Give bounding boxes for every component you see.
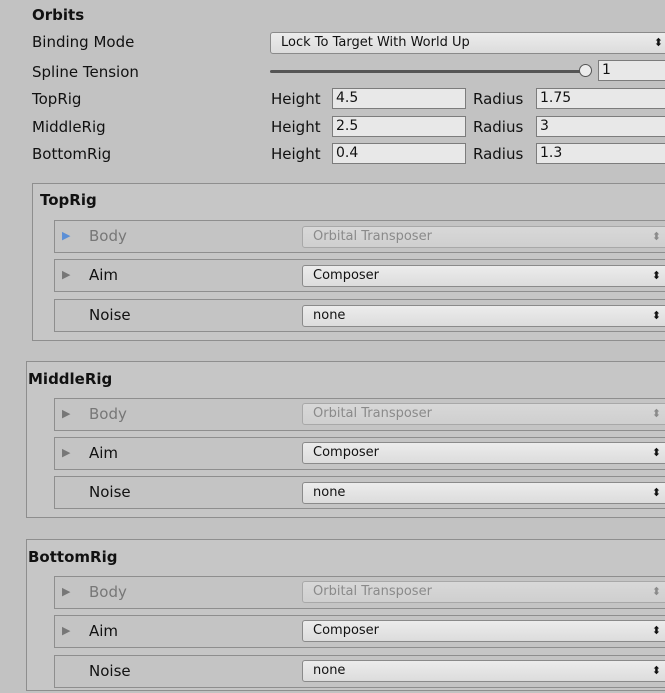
bottom-rig-body-label: Body: [89, 583, 127, 601]
dropdown-arrow-icon: ⬍: [651, 446, 661, 459]
middle-rig-noise-value: none: [313, 485, 346, 500]
top-rig-noise-value: none: [313, 308, 346, 323]
expand-arrow-icon[interactable]: ▶: [62, 407, 70, 420]
spline-tension-label: Spline Tension: [32, 63, 139, 81]
bottom-rig-panel-title: BottomRig: [28, 548, 118, 566]
top-rig-label: TopRig: [32, 90, 82, 108]
binding-mode-label: Binding Mode: [32, 33, 135, 51]
top-rig-noise-label: Noise: [89, 306, 131, 324]
section-title: Orbits: [32, 6, 85, 24]
bottom-rig-aim-dropdown[interactable]: Composer ⬍: [302, 620, 665, 642]
middle-rig-label: MiddleRig: [32, 118, 106, 136]
middle-rig-aim-label: Aim: [89, 444, 119, 462]
top-rig-aim-label: Aim: [89, 266, 119, 284]
bottom-rig-body-dropdown[interactable]: Orbital Transposer ⬍: [302, 581, 665, 603]
dropdown-arrow-icon: ⬍: [653, 36, 663, 49]
dropdown-arrow-icon: ⬍: [651, 585, 661, 598]
middle-rig-body-dropdown[interactable]: Orbital Transposer ⬍: [302, 403, 665, 425]
expand-arrow-icon[interactable]: ▶: [62, 268, 70, 281]
bottom-rig-aim-label: Aim: [89, 622, 119, 640]
slider-thumb-icon[interactable]: [579, 64, 592, 77]
dropdown-arrow-icon: ⬍: [651, 230, 661, 243]
top-rig-noise-dropdown[interactable]: none ⬍: [302, 305, 665, 327]
middle-rig-panel-title: MiddleRig: [28, 370, 113, 388]
bottom-rig-radius-field[interactable]: 1.3: [536, 143, 665, 164]
middle-rig-noise-dropdown[interactable]: none ⬍: [302, 482, 665, 504]
bottom-rig-noise-dropdown[interactable]: none ⬍: [302, 660, 665, 682]
top-rig-radius-field[interactable]: 1.75: [536, 88, 665, 109]
top-rig-aim-dropdown[interactable]: Composer ⬍: [302, 265, 665, 287]
expand-arrow-icon[interactable]: ▶: [62, 585, 70, 598]
middle-rig-noise-label: Noise: [89, 483, 131, 501]
top-rig-body-value: Orbital Transposer: [313, 229, 432, 244]
bottom-rig-radius-label: Radius: [473, 145, 524, 163]
bottom-rig-height-field[interactable]: 0.4: [332, 143, 466, 164]
dropdown-arrow-icon: ⬍: [651, 407, 661, 420]
top-rig-body-label: Body: [89, 227, 127, 245]
bottom-rig-height-label: Height: [271, 145, 321, 163]
spline-tension-field[interactable]: 1: [598, 60, 665, 81]
bottom-rig-noise-value: none: [313, 663, 346, 678]
dropdown-arrow-icon: ⬍: [651, 486, 661, 499]
bottom-rig-noise-label: Noise: [89, 662, 131, 680]
middle-rig-radius-label: Radius: [473, 118, 524, 136]
dropdown-arrow-icon: ⬍: [651, 664, 661, 677]
middle-rig-aim-dropdown[interactable]: Composer ⬍: [302, 442, 665, 464]
middle-rig-height-label: Height: [271, 118, 321, 136]
spline-tension-slider[interactable]: [270, 70, 590, 73]
middle-rig-height-field[interactable]: 2.5: [332, 116, 466, 137]
top-rig-body-dropdown[interactable]: Orbital Transposer ⬍: [302, 226, 665, 248]
bottom-rig-body-value: Orbital Transposer: [313, 584, 432, 599]
dropdown-arrow-icon: ⬍: [651, 624, 661, 637]
top-rig-aim-value: Composer: [313, 268, 380, 283]
middle-rig-body-value: Orbital Transposer: [313, 406, 432, 421]
binding-mode-value: Lock To Target With World Up: [281, 35, 470, 50]
middle-rig-radius-field[interactable]: 3: [536, 116, 665, 137]
top-rig-height-field[interactable]: 4.5: [332, 88, 466, 109]
middle-rig-body-label: Body: [89, 405, 127, 423]
expand-arrow-icon[interactable]: ▶: [62, 624, 70, 637]
top-rig-radius-label: Radius: [473, 90, 524, 108]
top-rig-height-label: Height: [271, 90, 321, 108]
top-rig-panel-title: TopRig: [40, 191, 97, 209]
bottom-rig-label: BottomRig: [32, 145, 112, 163]
dropdown-arrow-icon: ⬍: [651, 309, 661, 322]
bottom-rig-aim-value: Composer: [313, 623, 380, 638]
dropdown-arrow-icon: ⬍: [651, 269, 661, 282]
binding-mode-dropdown[interactable]: Lock To Target With World Up ⬍: [270, 32, 665, 54]
expand-arrow-icon[interactable]: ▶: [62, 446, 70, 459]
expand-arrow-icon[interactable]: ▶: [62, 229, 70, 242]
middle-rig-aim-value: Composer: [313, 445, 380, 460]
